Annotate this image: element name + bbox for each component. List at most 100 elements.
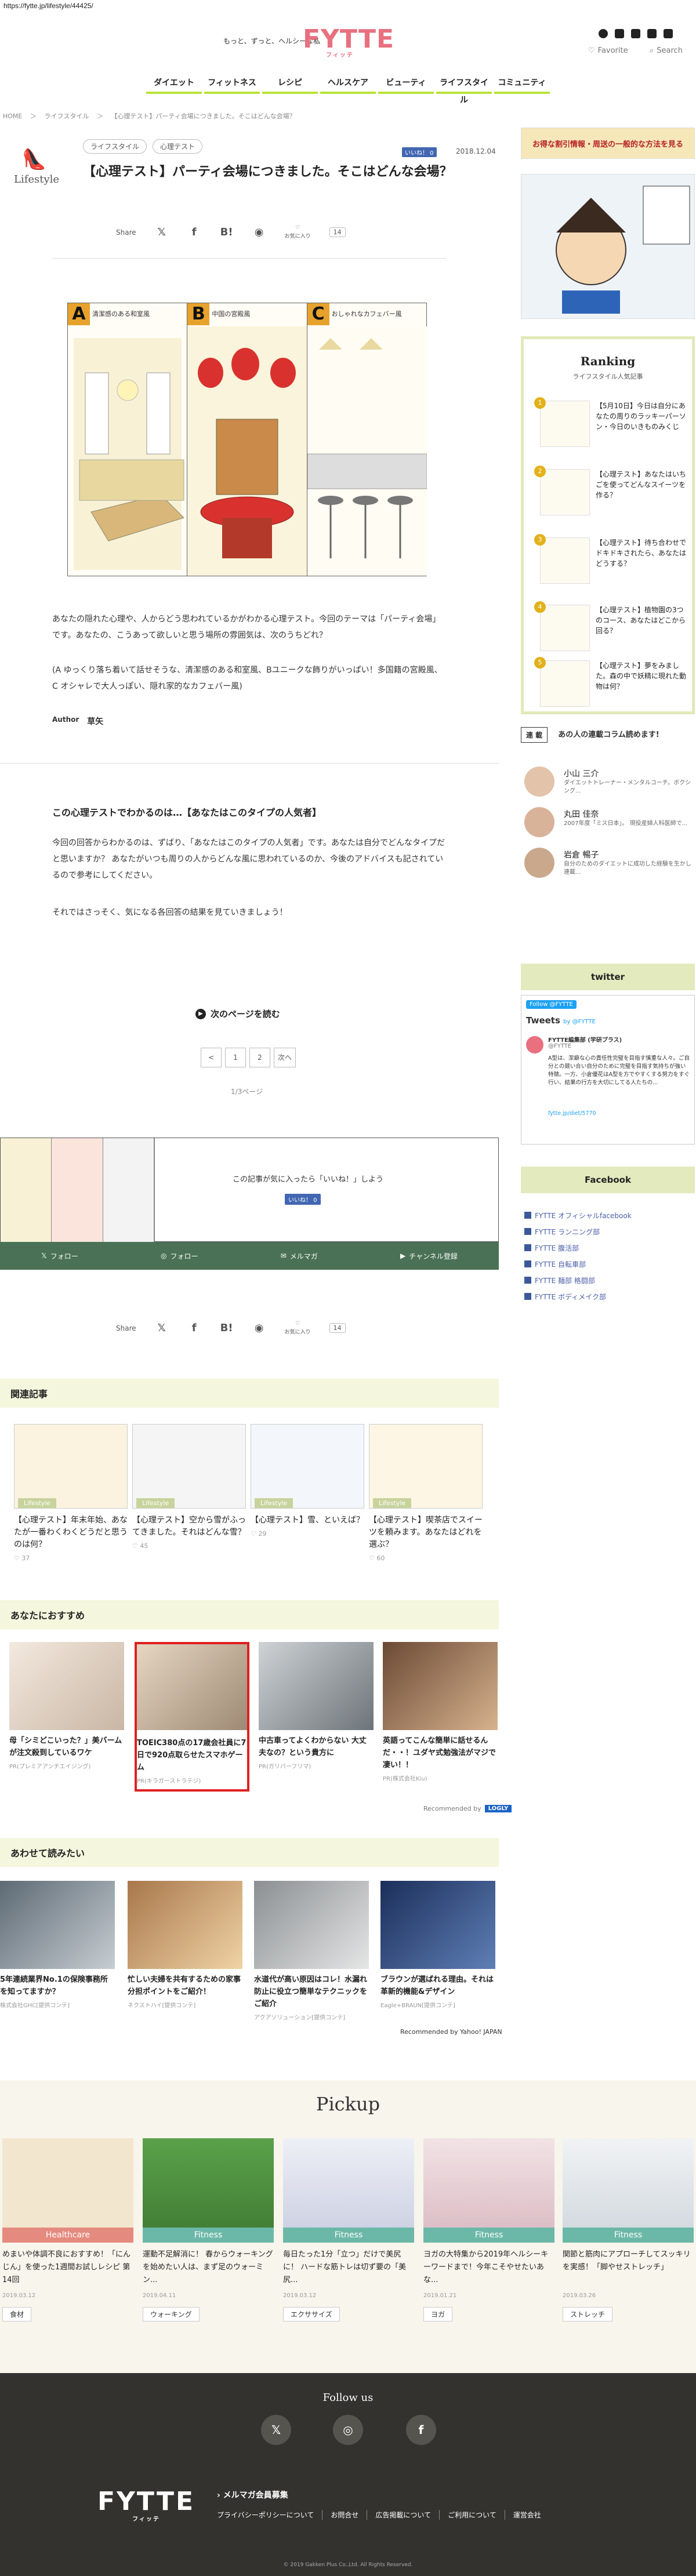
nav-item-lifestyle[interactable]: ライフスタイル [436,74,492,105]
together-item[interactable]: 水道代が高い原因はコレ！水漏れ防止に役立つ簡単なテクニックをご紹介 アクアソリュ… [254,1881,369,2021]
twitter-icon[interactable] [631,29,640,38]
tag-lifestyle[interactable]: ライフスタイル [83,139,147,154]
pager-2[interactable]: 2 [249,1048,270,1067]
together-title: ブラウンが選ばれる理由。それは革新的機能&デザイン [380,1975,494,1996]
pickup-item[interactable]: Fitness 関節と筋肉にアプローチしてスッキリを実感！「脚やせストレッチ」 … [563,2138,694,2321]
pager-1[interactable]: 1 [225,1048,246,1067]
together-item[interactable]: ブラウンが選ばれる理由。それは革新的機能&デザイン Eagle+BRAUN[提供… [380,1881,495,2009]
logo-text: FYTTE [303,24,395,54]
youtube-icon[interactable] [647,29,657,38]
pickup-tag[interactable]: 食材 [2,2307,32,2321]
line-share-icon[interactable]: ◉ [252,1321,266,1335]
facebook-share-icon[interactable]: f [187,226,201,239]
fb-link[interactable]: FYTTE 自転車部 [524,1256,632,1272]
facebook-icon[interactable] [615,29,624,38]
nav-item-fitness[interactable]: フィットネス [204,74,260,94]
recommend-item[interactable]: 中古車ってよくわからない 大丈夫なの？という貴方に PR(ガリバーフリマ) [259,1642,374,1770]
category-badge[interactable]: 👠 Lifestyle [14,148,59,186]
favorite-share[interactable]: ♡ お気に入り [285,225,311,239]
related-item[interactable]: Lifestyle 【心理テスト】喫茶店でスイーツを頼みます。あなたはどれを選ぶ… [369,1424,483,1562]
recommend-thumbnail [383,1642,498,1730]
twitter-share-icon[interactable]: 𝕏 [155,1321,169,1335]
fb-link[interactable]: FYTTE 麺部 格闘部 [524,1272,632,1288]
logly-credit[interactable]: Recommended by LOGLY [423,1805,512,1812]
sidebar-manga-banner[interactable] [521,174,695,319]
instagram-icon[interactable] [599,29,608,38]
follow-mailmag[interactable]: ✉ メルマガ [281,1251,318,1261]
pickup-item[interactable]: Fitness 運動不足解消に！ 春からウォーキングを始めたい人は、まず足のウォ… [143,2138,274,2321]
related-item[interactable]: Lifestyle 【心理テスト】雪、といえば？ ♡ 29 [251,1424,364,1538]
hatena-share-icon[interactable]: B! [220,1321,234,1335]
footer-link-terms[interactable]: ご利用について [440,2510,505,2520]
fb-like-button[interactable]: いいね！ 0 [285,1194,321,1205]
footer-link-contact[interactable]: お問合せ [322,2510,368,2520]
related-item[interactable]: Lifestyle 【心理テスト】空から雪がふってきました。それはどんな雪？ ♡… [132,1424,246,1550]
nav-item-recipe[interactable]: レシピ [262,74,318,94]
together-item[interactable]: 5年連続業界No.1の保険事務所を知ってますか？ 株式会社GHC[提供コンテ] [0,1881,115,2009]
footer-twitter-icon[interactable]: 𝕏 [261,2415,291,2445]
favorite-link[interactable]: ♡ Favorite [588,46,628,55]
recommend-title: 英語ってこんな簡単に話せるんだ・・！ユダヤ式勉強法がマジで凄い！！ [383,1736,496,1770]
footer-logo[interactable]: FYTTE フィッテ [97,2487,195,2523]
columnist[interactable]: 小山 三介 ダイエットトレーナー・メンタルコーチ。ボクシング... [524,766,693,800]
ranking-item[interactable]: 3 【心理テスト】待ち合わせでドキドキされたら、あなたはどうする？ [534,534,686,587]
line-share-icon[interactable]: ◉ [252,226,266,239]
footer-link-ads[interactable]: 広告掲載について [367,2510,440,2520]
pager-next[interactable]: 次へ [274,1048,296,1067]
footer-instagram-icon[interactable]: ◎ [333,2415,363,2445]
recommend-item-highlighted[interactable]: TOEIC380点の17歳会社員に7日で920点取らせたスマホゲーム PR(キラ… [135,1642,249,1792]
hatena-share-icon[interactable]: B! [220,226,234,239]
yahoo-credit[interactable]: Recommended by Yahoo! JAPAN [400,2028,502,2036]
footer-link-privacy[interactable]: プライバシーポリシーについて [217,2510,323,2520]
facebook-share-icon[interactable]: f [187,1321,201,1335]
sidebar-banner-top[interactable]: お得な割引情報・周送の一般的な方法を見る [521,128,695,159]
tweet-link[interactable]: fytte.jp/diet/5770 [548,1110,596,1117]
pager-prev[interactable]: < [201,1048,222,1067]
ranking-number: 4 [534,601,546,613]
search-link[interactable]: ⌕ Search [650,46,683,55]
follow-twitter[interactable]: 𝕏 フォロー [41,1251,78,1261]
pickup-tag[interactable]: ヨガ [423,2307,453,2321]
follow-youtube[interactable]: ▶ チャンネル登録 [400,1251,458,1261]
follow-instagram[interactable]: ◎ フォロー [161,1251,198,1261]
footer-facebook-icon[interactable]: f [406,2415,436,2445]
next-page-link[interactable]: ▶ 次のページを読む [195,1008,280,1020]
ranking-item[interactable]: 5 【心理テスト】夢をみました。森の中で妖精に現れた動物は何？ [534,657,686,710]
nav-item-community[interactable]: コミュニティ [494,74,550,94]
columnist[interactable]: 丸田 佳奈 2007年度「ミス日本」。 現役産婦人科医師で... [524,807,693,841]
rss-icon[interactable] [664,29,673,38]
footer-link-company[interactable]: 運営会社 [505,2510,549,2520]
ranking-item[interactable]: 4 【心理テスト】植物園の3つのコース、あなたはどこから回る？ [534,601,686,655]
pickup-item[interactable]: Fitness ヨガの大特集から2019年ヘルシーキーワードまで！今年こそやせた… [423,2138,554,2321]
nav-item-healthcare[interactable]: ヘルスケア [320,74,376,94]
breadcrumb-home[interactable]: HOME [3,112,22,120]
fb-link[interactable]: FYTTE ボディメイク部 [524,1288,632,1305]
pickup-tag[interactable]: ウォーキング [143,2307,200,2321]
together-item[interactable]: 忙しい夫婦を共有するための家事分担ポイントをご紹介！ ネクストハイ[提供コンテ] [128,1881,242,2009]
ranking-item[interactable]: 1 【5月10日】今日は自分にあなたの周りのラッキーパーソン・今日のいきものみくじ [534,397,686,450]
pickup-tag[interactable]: エクササイズ [283,2307,340,2321]
ranking-item[interactable]: 2 【心理テスト】あなたはいちごを使ってどんなスイーツを作る？ [534,466,686,519]
site-logo[interactable]: FYTTE フィッテ [303,26,394,59]
twitter-share-icon[interactable]: 𝕏 [155,226,169,239]
recommend-item[interactable]: 母「シミどこいった？」美バームが注文殺到しているワケ PR(プレミアアンチエイジ… [9,1642,124,1770]
related-item[interactable]: Lifestyle 【心理テスト】年末年始、あなたが一番わくわくどうだと思うのは… [14,1424,128,1562]
fb-like-button-small[interactable]: いいね！ 0 [402,147,437,157]
recommend-item[interactable]: 英語ってこんな簡単に話せるんだ・・！ユダヤ式勉強法がマジで凄い！！ PR(株式会… [383,1642,498,1782]
breadcrumb-lifestyle[interactable]: ライフスタイル [44,112,89,120]
mailmag-link[interactable]: › メルマガ会員募集 [217,2489,288,2501]
tag-psych-test[interactable]: 心理テスト [153,139,203,154]
pickup-item[interactable]: Healthcare めまいや体調不良におすすめ！「にんじん」を使った1週間お試… [2,2138,133,2321]
url-bar[interactable]: https://fytte.jp/lifestyle/44425/ [0,0,696,13]
pickup-tag[interactable]: ストレッチ [563,2307,613,2321]
nav-item-diet[interactable]: ダイエット [146,74,202,94]
columnist[interactable]: 岩倉 暢子 自分のためのダイエットに成功した経験を生かし連載... [524,848,693,881]
author-name[interactable]: 草矢 [87,715,103,727]
twitter-follow-button[interactable]: Follow @FYTTE [526,1000,577,1009]
fb-link[interactable]: FYTTE ランニング部 [524,1223,632,1240]
favorite-share[interactable]: ♡ お気に入り [285,1321,311,1335]
nav-item-beauty[interactable]: ビューティ [378,74,434,94]
fb-link[interactable]: FYTTE 腹活部 [524,1240,632,1256]
fb-link[interactable]: FYTTE オフィシャルfacebook [524,1207,632,1223]
pickup-item[interactable]: Fitness 毎日たった1分「立つ」だけで美尻に！ ハードな筋トレは切ず要の「… [283,2138,414,2321]
